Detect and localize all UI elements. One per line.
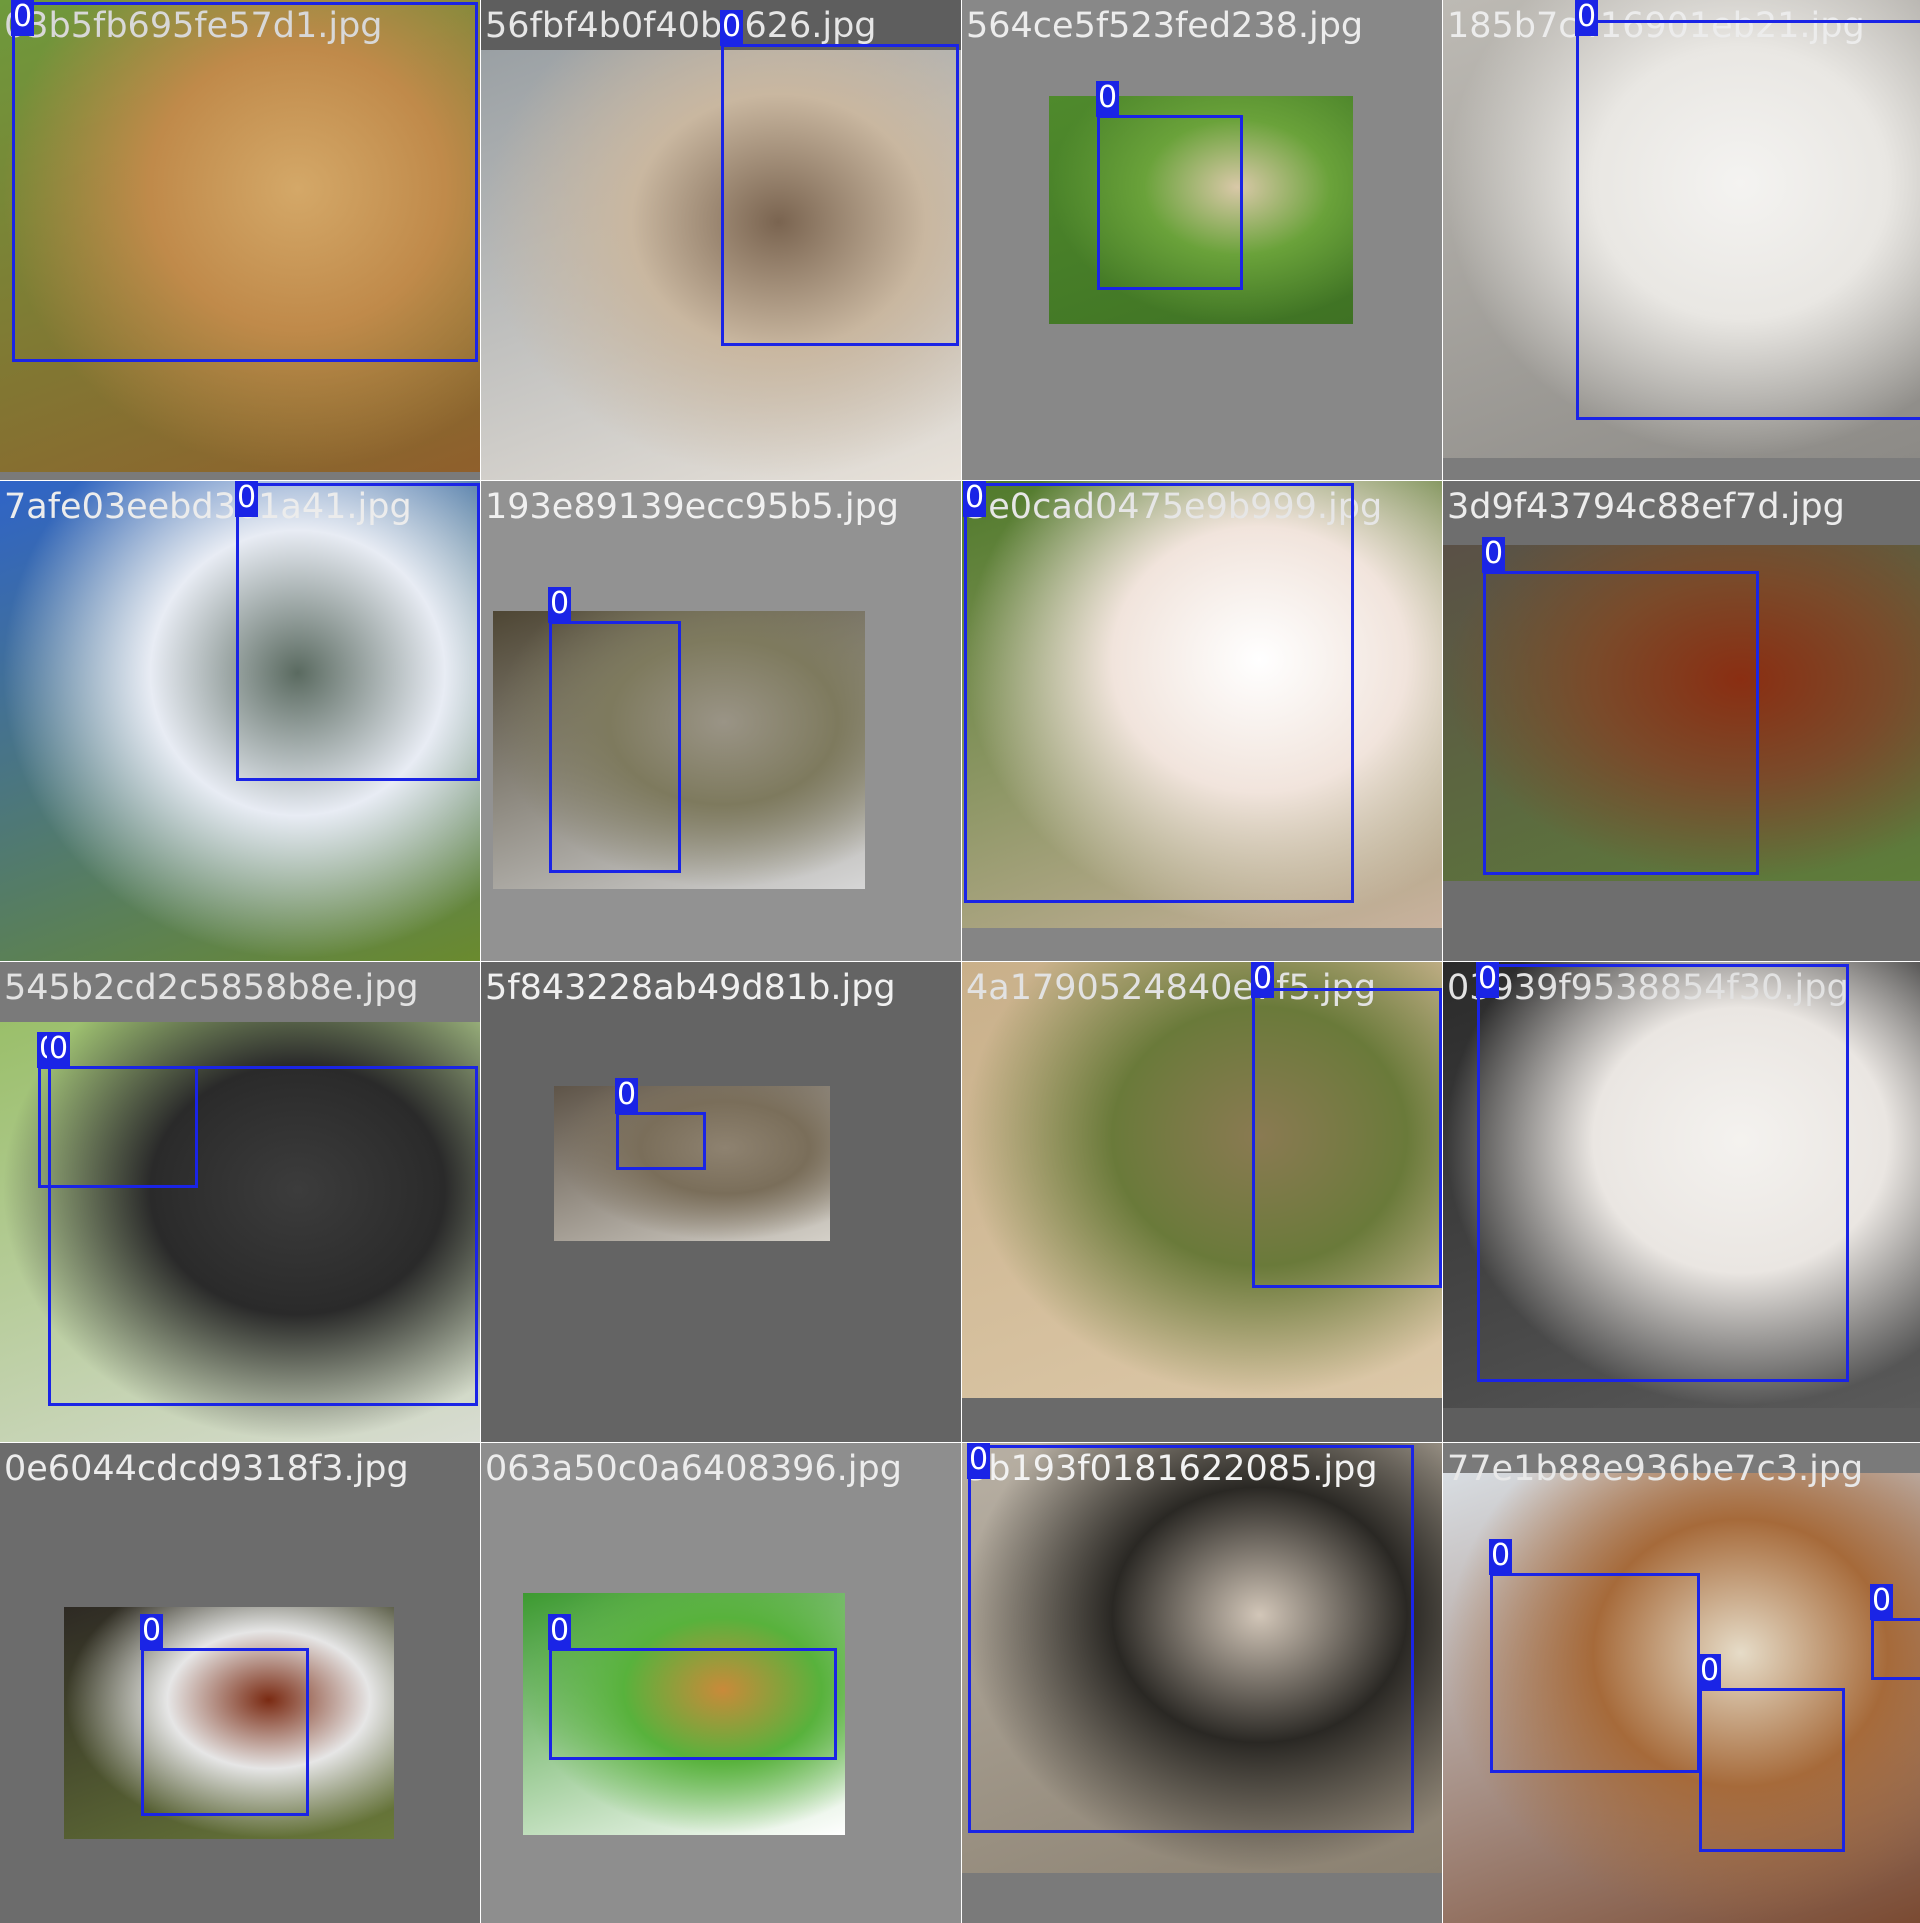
detection-box [1483,571,1759,875]
detection-class-label: 0 [720,9,744,46]
detection-class-label: 0 [1482,536,1506,573]
tile-filename: 193e89139ecc95b5.jpg [485,487,900,527]
detection-box [236,483,480,781]
detection-box [1871,1618,1920,1680]
detection-class-label: 0 [1698,1653,1722,1690]
detection-class-label: 0 [1476,962,1500,998]
detection-class-label: 0 [1251,962,1275,998]
detection-class-label: 0 [1096,80,1120,117]
mosaic-tile: 0e6044cdcd9318f3.jpg 0 [0,1443,480,1923]
detection-box [12,2,478,362]
tile-filename: 3d9f43794c88ef7d.jpg [1447,487,1845,527]
detection-class-label: 0 [967,1443,991,1479]
tile-filename: 0e6044cdcd9318f3.jpg [4,1449,409,1489]
mosaic-tile: 193e89139ecc95b5.jpg 0 [481,481,961,961]
mosaic-tile: 5f843228ab49d81b.jpg 0 [481,962,961,1442]
detection-class-label: 0 [47,1031,71,1068]
detection-class-label: 0 [615,1077,639,1114]
mosaic-tile: 56fbf4b0f40bb626.jpg 0 [481,0,961,480]
mosaic-tile: 4a1790524840e7f5.jpg 0 [962,962,1442,1442]
detection-class-label: 0 [11,0,35,36]
tile-filename: 5f843228ab49d81b.jpg [485,968,896,1008]
detection-class-label: 0 [235,481,259,517]
detection-class-label: 0 [1489,1538,1513,1575]
detection-class-label: 0 [548,586,572,623]
detection-box [1576,20,1920,420]
mosaic-tile: 03b5fb695fe57d1.jpg 0 [0,0,480,480]
mosaic-tile: 3b193f0181622085.jpg 0 [962,1443,1442,1923]
detection-box [1699,1688,1845,1852]
mosaic-tile: 545b2cd2c5858b8e.jpg00 [0,962,480,1442]
detection-box [1097,115,1243,290]
detection-box [141,1648,309,1816]
mosaic-tile: 3e0cad0475e9b999.jpg 0 [962,481,1442,961]
detection-class-label: 0 [1575,0,1599,36]
detection-box [549,621,681,873]
mosaic-tile: 77e1b88e936be7c3.jpg 0 0 0 [1443,1443,1920,1923]
mosaic-tile: 7afe03eebd361a41.jpg 0 [0,481,480,961]
detection-box [1477,964,1849,1382]
mosaic-tile: 063a50c0a6408396.jpg 0 [481,1443,961,1923]
tile-filename: 545b2cd2c5858b8e.jpg [4,968,419,1008]
detection-class-label: 0 [963,481,987,517]
mosaic-grid: 03b5fb695fe57d1.jpg 0 56fbf4b0f40bb626.jpg… [0,0,1920,1923]
tile-filename: 56fbf4b0f40bb626.jpg [485,6,877,46]
tile-filename: 063a50c0a6408396.jpg [485,1449,902,1489]
detection-box [721,44,959,346]
detection-box [968,1445,1414,1833]
detection-box [1252,988,1442,1288]
detection-class-label: 0 [140,1613,164,1650]
mosaic-tile: 03939f9538854f30.jpg 0 [1443,962,1920,1442]
detection-box [964,483,1354,903]
detection-class-label: 0 [1870,1583,1894,1620]
tile-filename: 564ce5f523fed238.jpg [966,6,1364,46]
mosaic-tile: 564ce5f523fed238.jpg 0 [962,0,1442,480]
detection-box [616,1112,706,1170]
detection-box [48,1066,478,1406]
detection-box [1490,1573,1700,1773]
detection-class-label: 0 [548,1613,572,1650]
detection-box [549,1648,837,1760]
mosaic-tile: 3d9f43794c88ef7d.jpg 0 [1443,481,1920,961]
mosaic-tile: 185b7c416901eb21.jpg 0 [1443,0,1920,480]
